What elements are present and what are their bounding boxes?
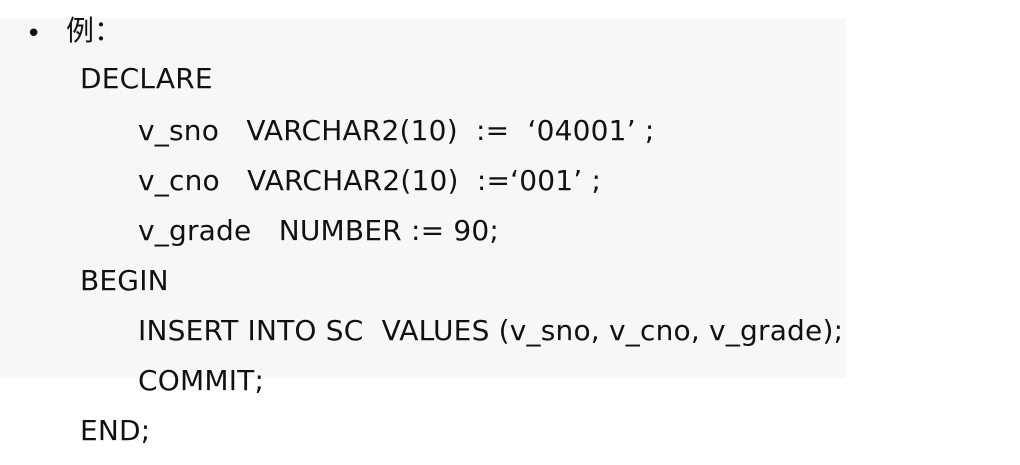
code-line-end: END;	[80, 414, 151, 447]
example-label: 例：	[66, 14, 123, 47]
code-line-v-cno: v_cno VARCHAR2(10) :=‘001’ ;	[138, 164, 602, 197]
code-line-v-sno: v_sno VARCHAR2(10) := ‘04001’ ;	[138, 114, 655, 147]
code-line-begin: BEGIN	[80, 264, 169, 297]
code-example-slide: • 例： DECLARE v_sno VARCHAR2(10) := ‘0400…	[0, 0, 1020, 465]
code-line-declare: DECLARE	[80, 62, 213, 95]
code-line-v-grade: v_grade NUMBER := 90;	[138, 214, 500, 247]
code-line-insert: INSERT INTO SC VALUES (v_sno, v_cno, v_g…	[138, 314, 844, 347]
bullet-point: •	[26, 19, 42, 49]
code-line-commit: COMMIT;	[138, 364, 265, 397]
